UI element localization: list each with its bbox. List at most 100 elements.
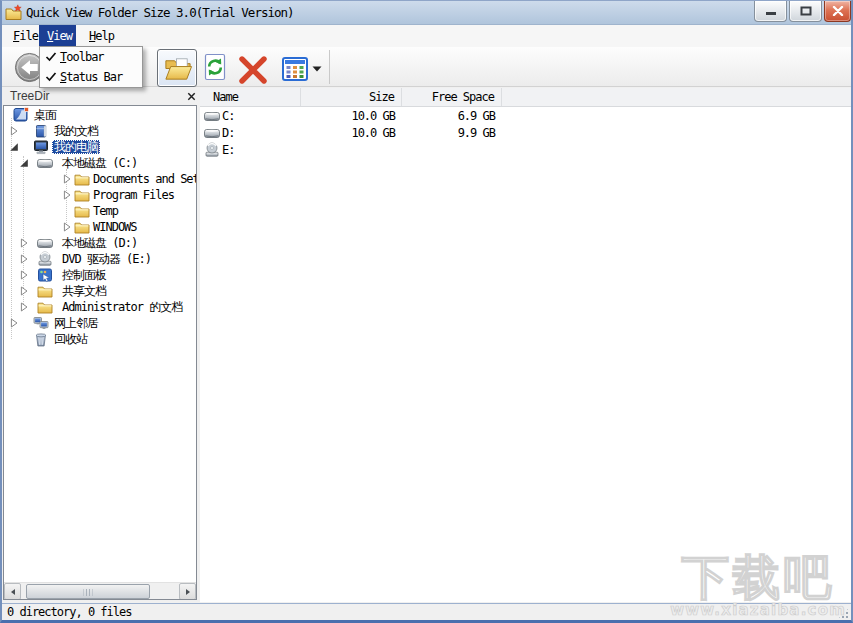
status-text: 0 directory, 0 files [7, 604, 132, 620]
collapsed-arrow-icon[interactable] [19, 270, 29, 280]
tree-item[interactable]: 桌面 [4, 107, 196, 123]
collapsed-arrow-icon[interactable] [19, 302, 29, 312]
views-grid-icon [282, 57, 308, 81]
expanded-arrow-icon[interactable] [9, 142, 19, 152]
scrollbar-thumb[interactable] [26, 584, 150, 599]
tree-item-label: 回收站 [52, 332, 89, 346]
menu-item-label: Help [81, 25, 115, 47]
folder-icon [74, 219, 90, 235]
tree-item[interactable]: Administrator 的文档 [4, 299, 196, 315]
tree-item[interactable]: 网上邻居 [4, 315, 196, 331]
refresh-button[interactable] [202, 53, 228, 81]
list-row-size: 10.0 GB [301, 109, 402, 124]
tree-item-label: 网上邻居 [52, 316, 100, 330]
folder-icon [37, 283, 53, 299]
collapsed-arrow-icon[interactable] [19, 286, 29, 296]
minimize-button[interactable] [754, 1, 787, 22]
view-menu-item-toolbar[interactable]: Toolbar [40, 47, 142, 67]
horizontal-scrollbar[interactable] [4, 582, 196, 599]
network-icon [33, 315, 49, 331]
recycle-bin-icon [33, 331, 49, 347]
tree-item[interactable]: 共享文档 [4, 283, 196, 299]
collapsed-arrow-icon[interactable] [62, 174, 72, 184]
collapsed-arrow-icon[interactable] [9, 318, 19, 328]
list-row-free-space: 9.9 GB [402, 126, 502, 141]
open-folder-button[interactable] [157, 49, 197, 87]
menu-item-help[interactable]: Help [81, 25, 115, 47]
collapsed-arrow-icon[interactable] [19, 254, 29, 264]
tree-item-label: Administrator 的文档 [60, 300, 184, 314]
column-header-size[interactable]: Size [301, 88, 402, 106]
tree-item[interactable]: Temp [4, 203, 196, 219]
collapsed-arrow-icon[interactable] [62, 190, 72, 200]
checkmark-icon [45, 71, 57, 83]
tree-item[interactable]: 控制面板 [4, 267, 196, 283]
list-row-name: C: [222, 109, 234, 124]
tree-item-label: 控制面板 [60, 268, 108, 282]
title-bar[interactable]: Quick View Folder Size 3.0(Trial Version… [0, 0, 853, 25]
status-bar: 0 directory, 0 files [2, 603, 851, 620]
column-header-name[interactable]: Name [200, 88, 301, 106]
tree-item[interactable]: 我的文档 [4, 123, 196, 139]
window-title: Quick View Folder Size 3.0(Trial Version… [26, 0, 294, 25]
list-header: Name Size Free Space [200, 88, 851, 107]
tree-item[interactable]: Program Files [4, 187, 196, 203]
collapsed-arrow-icon[interactable] [62, 222, 72, 232]
tree-item[interactable]: Documents and Settings [4, 171, 196, 187]
app-icon [5, 4, 22, 21]
drive-icon [37, 155, 53, 171]
collapsed-arrow-icon[interactable] [19, 238, 29, 248]
tree-item[interactable]: 回收站 [4, 331, 196, 347]
panel-close-icon[interactable] [186, 91, 197, 102]
tree-item[interactable]: DVD 驱动器 (E:) [4, 251, 196, 267]
view-menu-item-label: Status Bar [60, 67, 122, 87]
maximize-button[interactable] [789, 1, 822, 22]
menu-item-view[interactable]: View [39, 25, 76, 47]
tree-item-label: WINDOWS [91, 220, 139, 234]
scroll-right-icon [184, 588, 192, 596]
tree-item[interactable]: WINDOWS [4, 219, 196, 235]
list-row-name: D: [222, 126, 234, 141]
column-header-free-space[interactable]: Free Space [402, 88, 502, 106]
tree-item-label: Documents and Settings [91, 172, 197, 186]
delete-button[interactable] [237, 56, 269, 84]
list-row-size: 10.0 GB [301, 126, 402, 141]
list-row[interactable]: C: 10.0 GB6.9 GB [200, 108, 851, 125]
scrollbar-grip [84, 589, 93, 596]
drive-icon [204, 125, 220, 141]
view-menu-item-status-bar[interactable]: Status Bar [40, 67, 142, 87]
list-row[interactable]: D: 10.0 GB9.9 GB [200, 125, 851, 142]
tree-item-label: Temp [91, 204, 120, 218]
tree-item[interactable]: 本地磁盘 (C:) [4, 155, 196, 171]
collapsed-arrow-icon[interactable] [9, 126, 19, 136]
folder-icon [74, 203, 90, 219]
cd-drive-icon [37, 251, 53, 267]
list-row-free-space: 6.9 GB [402, 109, 502, 124]
tree-item[interactable]: 我的电脑 [4, 139, 196, 155]
views-dropdown-caret-button[interactable] [312, 66, 322, 72]
tree-item-label: Program Files [91, 188, 176, 202]
tree-item[interactable]: 本地磁盘 (D:) [4, 235, 196, 251]
drive-icon [204, 108, 220, 124]
maximize-icon [800, 6, 812, 16]
views-dropdown-caret-icon [312, 66, 322, 72]
tree-item-label: 我的电脑 [52, 140, 100, 154]
folder-icon [74, 187, 90, 203]
expanded-arrow-icon[interactable] [19, 158, 29, 168]
folder-icon [37, 299, 53, 315]
tree-panel-title: TreeDir [10, 88, 50, 105]
list-row-name: E: [222, 143, 234, 158]
scroll-left-icon [9, 588, 17, 596]
drive-icon [37, 235, 53, 251]
menu-item-file[interactable]: File [5, 25, 36, 47]
refresh-icon [202, 53, 228, 81]
scroll-right-button[interactable] [179, 583, 196, 600]
app-window: Quick View Folder Size 3.0(Trial Version… [0, 0, 853, 623]
close-button[interactable] [824, 1, 851, 22]
scroll-left-button[interactable] [4, 583, 21, 600]
list-row[interactable]: E: [200, 142, 851, 159]
tree-item-label: 共享文档 [60, 284, 108, 298]
desktop-icon [13, 107, 29, 123]
views-grid-button[interactable] [282, 57, 308, 81]
view-menu-item-label: Toolbar [60, 47, 104, 67]
